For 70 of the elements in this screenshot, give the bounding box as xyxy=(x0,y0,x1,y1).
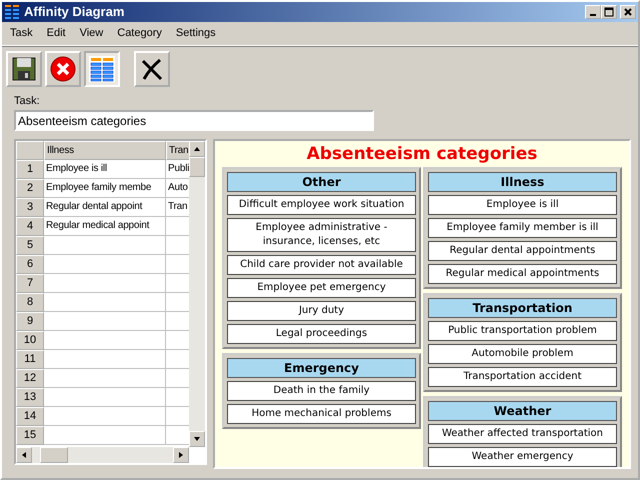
row-header[interactable]: 8 xyxy=(16,293,44,312)
column-header[interactable]: Illness xyxy=(44,141,166,160)
table-cell: Employee is ill xyxy=(44,160,166,179)
idea-card[interactable]: Regular dental appointments xyxy=(428,241,617,261)
row-header[interactable]: 10 xyxy=(16,331,44,350)
category-header[interactable]: Illness xyxy=(428,172,617,192)
menu-item[interactable]: Category xyxy=(111,24,170,42)
row-header[interactable]: 4 xyxy=(16,217,44,236)
idea-card[interactable]: Public transportation problem xyxy=(428,321,617,341)
idea-card[interactable]: Jury duty xyxy=(227,301,416,321)
diagram-icon xyxy=(88,54,116,82)
table-cell: Regular medical appoint xyxy=(44,217,166,236)
idea-card[interactable]: Difficult employee work situation xyxy=(227,195,416,215)
maximize-button[interactable] xyxy=(601,5,618,19)
app-icon xyxy=(4,4,20,20)
row-header[interactable]: 12 xyxy=(16,369,44,388)
row-header[interactable]: 13 xyxy=(16,388,44,407)
row-header[interactable]: 6 xyxy=(16,255,44,274)
table-cell: Regular dental appoint xyxy=(44,198,166,217)
idea-card[interactable]: Death in the family xyxy=(227,381,416,401)
right-arrow-icon[interactable] xyxy=(178,451,184,459)
idea-card[interactable]: Home mechanical problems xyxy=(227,404,416,424)
category-header[interactable]: Transportation xyxy=(428,298,617,318)
row-header[interactable]: 15 xyxy=(16,426,44,445)
idea-card[interactable]: Weather affected transportation xyxy=(428,424,617,444)
row-header[interactable]: 5 xyxy=(16,236,44,255)
task-field[interactable]: Absenteeism categories xyxy=(14,110,374,131)
close-icon[interactable] xyxy=(623,7,633,17)
down-arrow-icon[interactable] xyxy=(193,436,201,442)
idea-card[interactable]: Regular medical appointments xyxy=(428,264,617,284)
category-header[interactable]: Other xyxy=(227,172,416,192)
idea-card[interactable]: Employee pet emergency xyxy=(227,278,416,298)
horizontal-scrollbar[interactable] xyxy=(16,447,189,463)
menu-item[interactable]: View xyxy=(74,24,112,42)
idea-card[interactable]: Child care provider not available xyxy=(227,255,416,275)
idea-card[interactable]: Automobile problem xyxy=(428,344,617,364)
close-button[interactable] xyxy=(620,5,636,19)
category-header[interactable]: Emergency xyxy=(227,358,416,378)
minimize-button[interactable] xyxy=(585,5,602,19)
idea-card[interactable]: Weather emergency xyxy=(428,447,617,467)
window-title: Affinity Diagram xyxy=(24,3,126,22)
idea-card[interactable]: Transportation accident xyxy=(428,367,617,387)
row-header[interactable]: 14 xyxy=(16,407,44,426)
maximize-icon[interactable] xyxy=(604,7,614,17)
left-arrow-icon[interactable] xyxy=(21,451,27,459)
category-header[interactable]: Weather xyxy=(428,401,617,421)
table-cell: Employee family membe xyxy=(44,179,166,198)
row-header[interactable]: 9 xyxy=(16,312,44,331)
up-arrow-icon[interactable] xyxy=(193,146,201,152)
menu-item[interactable]: Settings xyxy=(170,24,224,42)
toolbar-button[interactable] xyxy=(6,50,42,86)
field-label: Task: xyxy=(14,94,41,108)
menu-item[interactable]: Edit xyxy=(40,24,74,42)
idea-card[interactable]: Employee administrative - insurance, licenses, etc xyxy=(227,218,416,252)
vertical-scrollbar[interactable] xyxy=(189,141,205,447)
menu-item[interactable]: Task xyxy=(4,24,41,42)
idea-card[interactable]: Employee family member is ill xyxy=(428,218,617,238)
row-header[interactable]: 1 xyxy=(16,160,44,179)
toolbar-button[interactable] xyxy=(45,50,81,86)
cancel-icon xyxy=(49,54,77,82)
toolbar-button[interactable] xyxy=(134,50,170,86)
scroll-thumb[interactable] xyxy=(189,157,205,177)
diagram-title: Absenteeism categories xyxy=(306,143,538,166)
row-header[interactable]: 7 xyxy=(16,274,44,293)
row-header[interactable]: 11 xyxy=(16,350,44,369)
row-header[interactable]: 3 xyxy=(16,198,44,217)
scroll-thumb[interactable] xyxy=(40,447,68,463)
row-header[interactable]: 2 xyxy=(16,179,44,198)
idea-card[interactable]: Employee is ill xyxy=(428,195,617,215)
idea-card[interactable]: Legal proceedings xyxy=(227,324,416,344)
